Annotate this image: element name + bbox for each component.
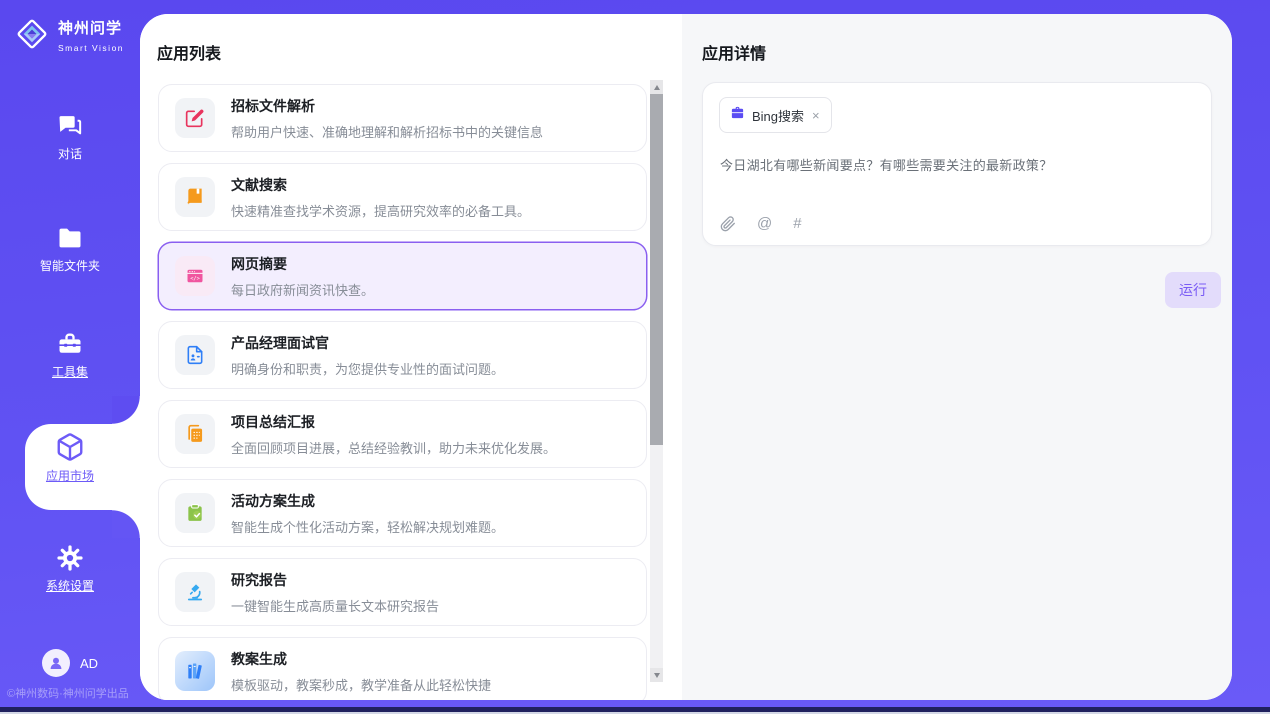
app-desc: 一键智能生成高质量长文本研究报告 <box>231 596 439 615</box>
active-nav-curve-top <box>112 396 140 424</box>
resume-icon <box>175 335 215 375</box>
svg-text:</>: </> <box>190 276 200 282</box>
close-icon[interactable]: × <box>811 109 821 122</box>
sidebar-item-settings[interactable]: 系统设置 <box>0 544 140 594</box>
book-icon <box>175 177 215 217</box>
brand-subtitle: Smart Vision <box>58 43 124 53</box>
report-docs-icon <box>175 414 215 454</box>
app-list: 招标文件解析 帮助用户快速、准确地理解和解析招标书中的关键信息 文献搜索 快速精… <box>158 84 647 700</box>
scrollbar-down-arrow[interactable] <box>650 668 663 682</box>
scrollbar-up-arrow[interactable] <box>650 80 663 94</box>
app-desc: 模板驱动，教案秒成，教学准备从此轻松快捷 <box>231 675 491 694</box>
sidebar-item-chat[interactable]: 对话 <box>0 112 140 162</box>
copyright-footer: ©神州数码·神州问学出品 <box>7 685 129 701</box>
app-detail-title: 应用详情 <box>702 40 766 64</box>
toolbox-icon <box>0 330 140 358</box>
books-icon <box>175 651 215 691</box>
briefcase-icon <box>730 105 745 125</box>
app-title: 文献搜索 <box>231 175 530 195</box>
app-card-lesson-plan[interactable]: 教案生成 模板驱动，教案秒成，教学准备从此轻松快捷 <box>158 637 647 700</box>
app-title: 教案生成 <box>231 649 491 669</box>
folder-icon <box>0 224 140 252</box>
user-account[interactable]: AD <box>0 649 140 677</box>
app-desc: 智能生成个性化活动方案，轻松解决规划难题。 <box>231 517 504 536</box>
sidebar-item-label: 工具集 <box>0 363 140 380</box>
app-desc: 全面回顾项目进展，总结经验教训，助力未来优化发展。 <box>231 438 556 457</box>
edit-document-icon <box>175 98 215 138</box>
scrollbar-thumb[interactable] <box>650 94 663 445</box>
brand-name: 神州问学 <box>58 20 122 37</box>
app-desc: 每日政府新闻资讯快查。 <box>231 280 374 299</box>
avatar <box>42 649 70 677</box>
clipboard-check-icon <box>175 493 215 533</box>
app-title: 网页摘要 <box>231 254 374 274</box>
app-card-bid-document-analysis[interactable]: 招标文件解析 帮助用户快速、准确地理解和解析招标书中的关键信息 <box>158 84 647 152</box>
app-list-panel: 应用列表 招标文件解析 帮助用户快速、准确地理解和解析招标书中的关键信息 <box>140 14 682 700</box>
app-list-title: 应用列表 <box>157 40 221 64</box>
app-card-event-plan[interactable]: 活动方案生成 智能生成个性化活动方案，轻松解决规划难题。 <box>158 479 647 547</box>
hash-icon[interactable]: # <box>793 215 801 232</box>
sidebar-item-label: 应用市场 <box>0 467 140 484</box>
app-title: 项目总结汇报 <box>231 412 556 432</box>
app-card-pm-interviewer[interactable]: 产品经理面试官 明确身份和职责，为您提供专业性的面试问题。 <box>158 321 647 389</box>
brand-diamond-icon <box>14 16 50 57</box>
microscope-icon <box>175 572 215 612</box>
app-desc: 快速精准查找学术资源，提高研究效率的必备工具。 <box>231 201 530 220</box>
prompt-toolbar: @ # <box>720 215 802 232</box>
app-desc: 明确身份和职责，为您提供专业性的面试问题。 <box>231 359 504 378</box>
app-title: 招标文件解析 <box>231 96 543 116</box>
prompt-input[interactable]: 今日湖北有哪些新闻要点？有哪些需要关注的最新政策？ <box>720 155 1195 174</box>
app-card-web-summary[interactable]: </> 网页摘要 每日政府新闻资讯快查。 <box>158 242 647 310</box>
active-nav-curve-bottom <box>112 510 140 538</box>
app-title: 活动方案生成 <box>231 491 504 511</box>
sidebar: 神州问学 Smart Vision 对话 智能文件夹 <box>0 0 140 714</box>
chat-icon <box>0 112 140 140</box>
sidebar-item-app-market[interactable]: 应用市场 <box>0 432 140 484</box>
app-detail-panel: 应用详情 Bing搜索 × 今日湖北有哪些新闻要点？有哪些需要关注的最新政策？ <box>682 14 1232 700</box>
attachment-icon[interactable] <box>720 216 736 232</box>
sidebar-item-smart-folder[interactable]: 智能文件夹 <box>0 224 140 274</box>
web-code-icon: </> <box>175 256 215 296</box>
app-card-literature-search[interactable]: 文献搜索 快速精准查找学术资源，提高研究效率的必备工具。 <box>158 163 647 231</box>
prompt-card: Bing搜索 × 今日湖北有哪些新闻要点？有哪些需要关注的最新政策？ @ # <box>702 82 1212 246</box>
app-list-scrollbar[interactable] <box>650 80 663 682</box>
app-logo: 神州问学 Smart Vision <box>14 16 140 57</box>
app-card-research-report[interactable]: 研究报告 一键智能生成高质量长文本研究报告 <box>158 558 647 626</box>
main-panel: 应用列表 招标文件解析 帮助用户快速、准确地理解和解析招标书中的关键信息 <box>140 14 1232 700</box>
tool-tag-bing-search[interactable]: Bing搜索 × <box>719 97 832 133</box>
sidebar-item-label: 智能文件夹 <box>0 257 140 274</box>
sidebar-item-label: 对话 <box>0 145 140 162</box>
app-title: 产品经理面试官 <box>231 333 504 353</box>
run-button[interactable]: 运行 <box>1165 272 1221 308</box>
gear-icon <box>0 544 140 572</box>
sidebar-item-toolset[interactable]: 工具集 <box>0 330 140 380</box>
user-name: AD <box>80 656 98 671</box>
sidebar-item-label: 系统设置 <box>0 577 140 594</box>
cube-icon <box>0 432 140 462</box>
app-card-project-summary[interactable]: 项目总结汇报 全面回顾项目进展，总结经验教训，助力未来优化发展。 <box>158 400 647 468</box>
mention-icon[interactable]: @ <box>757 215 772 232</box>
tool-tag-label: Bing搜索 <box>752 106 804 125</box>
app-title: 研究报告 <box>231 570 439 590</box>
app-desc: 帮助用户快速、准确地理解和解析招标书中的关键信息 <box>231 122 543 141</box>
